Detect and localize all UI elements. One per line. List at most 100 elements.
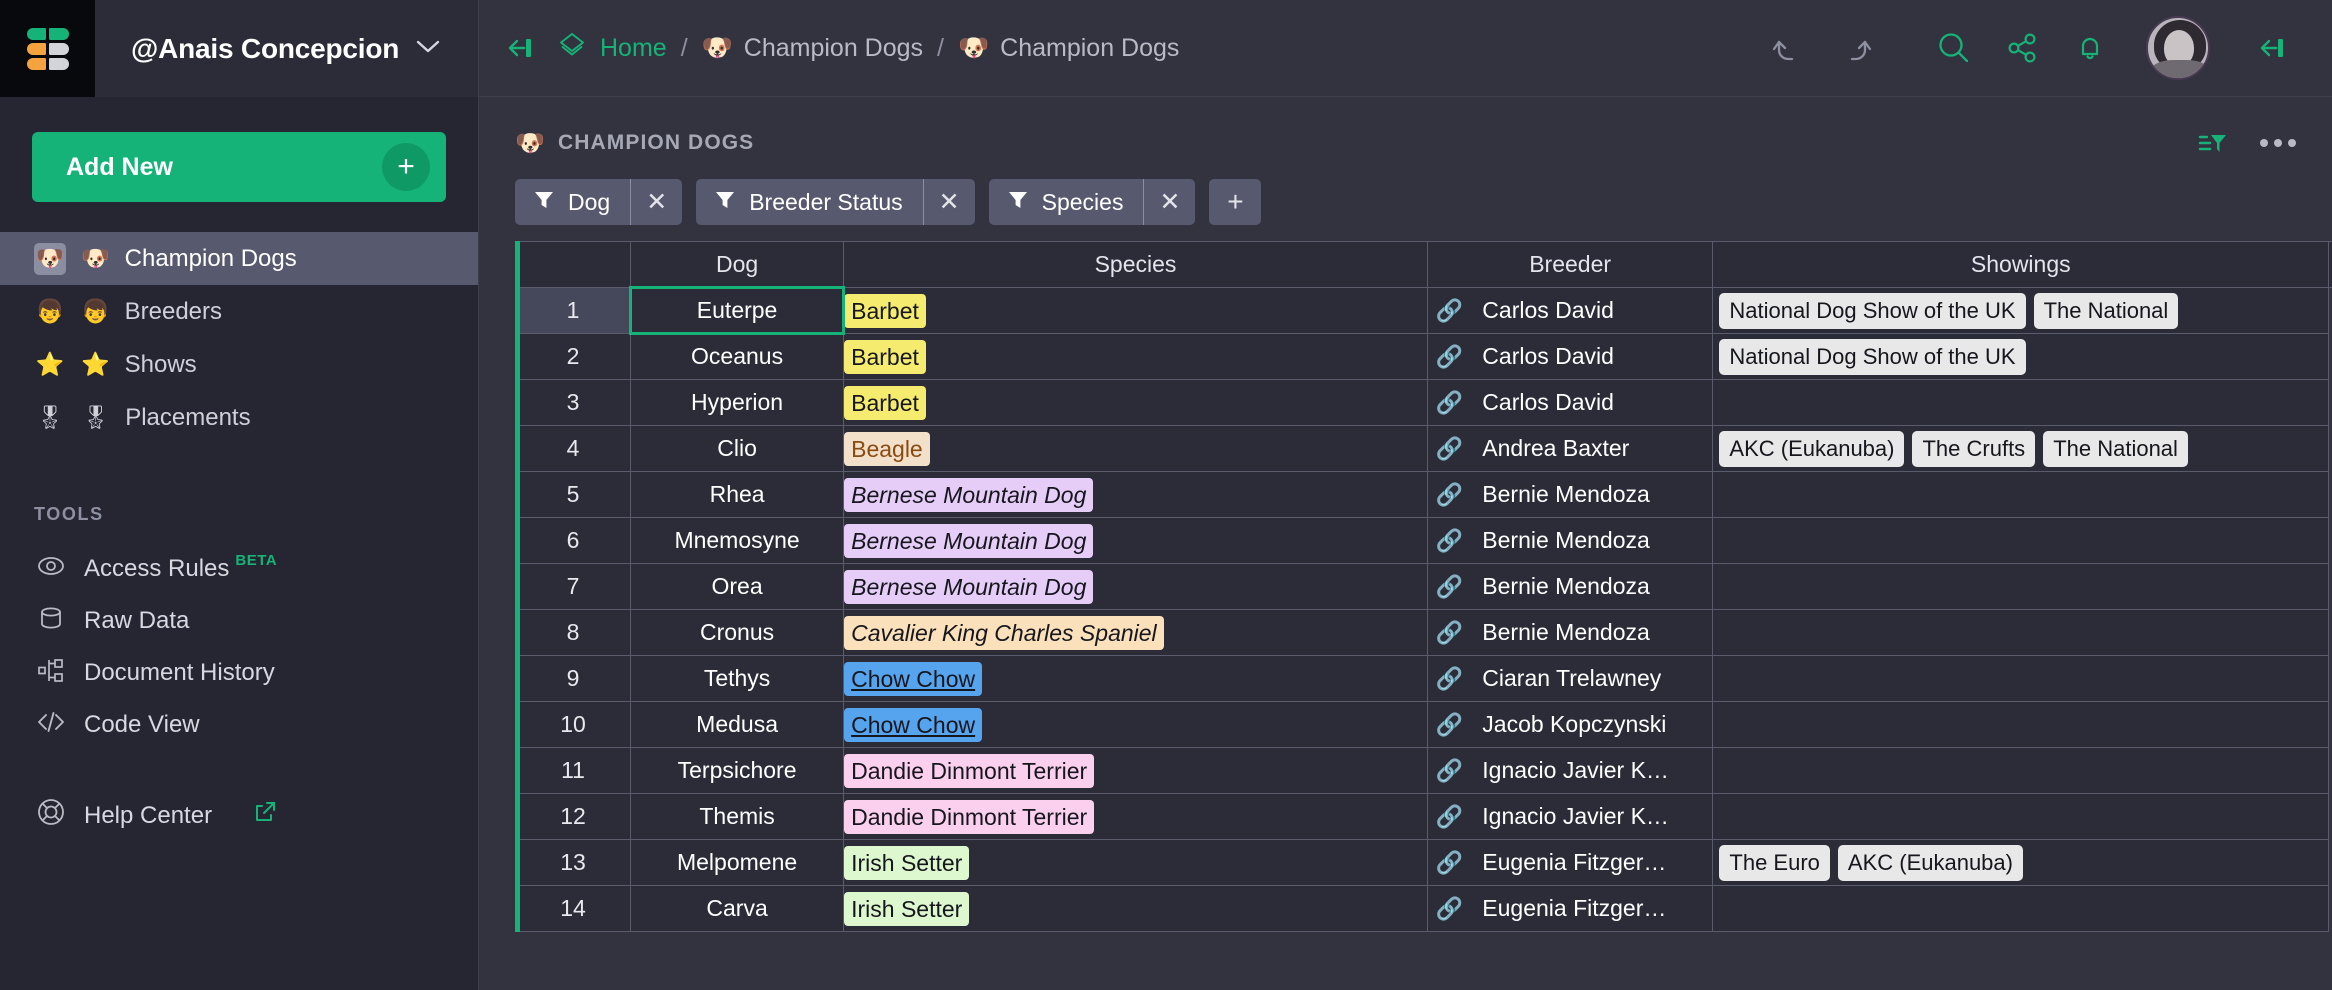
row-number[interactable]: 13 bbox=[516, 840, 631, 886]
add-filter-button[interactable]: + bbox=[1209, 179, 1261, 225]
user-avatar[interactable] bbox=[2146, 16, 2210, 80]
cell-species[interactable]: Chow Chow bbox=[844, 702, 1428, 748]
filter-pill-species[interactable]: Species ✕ bbox=[989, 179, 1196, 225]
cell-dog[interactable]: Melpomene bbox=[631, 840, 844, 886]
row-number[interactable]: 12 bbox=[516, 794, 631, 840]
table-row[interactable]: 3HyperionBarbet🔗Carlos David bbox=[516, 380, 2332, 426]
redo-icon[interactable] bbox=[1822, 14, 1890, 82]
cell-dog[interactable]: Medusa bbox=[631, 702, 844, 748]
filter-pill-main[interactable]: Dog bbox=[515, 179, 630, 225]
cell-species[interactable]: Irish Setter bbox=[844, 886, 1428, 932]
row-number[interactable]: 3 bbox=[516, 380, 631, 426]
cell-breeder[interactable]: 🔗Eugenia Fitzger… bbox=[1427, 886, 1713, 932]
filter-pill-dog[interactable]: Dog ✕ bbox=[515, 179, 682, 225]
cell-species[interactable]: Barbet bbox=[844, 288, 1428, 334]
row-number[interactable]: 2 bbox=[516, 334, 631, 380]
sidebar-item-help-center[interactable]: Help Center bbox=[0, 797, 478, 834]
sidebar-item-access-rules[interactable]: Access Rules BETA bbox=[0, 543, 478, 595]
cell-showings[interactable]: The EuroAKC (Eukanuba) bbox=[1713, 840, 2329, 886]
cell-dog[interactable]: Clio bbox=[631, 426, 844, 472]
cell-breeder[interactable]: 🔗Ignacio Javier K… bbox=[1427, 748, 1713, 794]
cell-showings[interactable] bbox=[1713, 380, 2329, 426]
sidebar-item-placements[interactable]: 🎖 🎖 Placements bbox=[0, 391, 478, 444]
breadcrumb-home[interactable]: Home bbox=[557, 30, 667, 67]
cell-showings[interactable] bbox=[1713, 564, 2329, 610]
close-icon[interactable]: ✕ bbox=[1143, 179, 1195, 225]
cell-species[interactable]: Dandie Dinmont Terrier bbox=[844, 794, 1428, 840]
cell-species[interactable]: Chow Chow bbox=[844, 656, 1428, 702]
filter-pill-breeder-status[interactable]: Breeder Status ✕ bbox=[696, 179, 974, 225]
cell-species[interactable]: Dandie Dinmont Terrier bbox=[844, 748, 1428, 794]
table-row[interactable]: 10MedusaChow Chow🔗Jacob Kopczynski bbox=[516, 702, 2332, 748]
sidebar-item-champion-dogs[interactable]: 🐶 🐶 Champion Dogs bbox=[0, 232, 478, 285]
cell-species[interactable]: Bernese Mountain Dog bbox=[844, 472, 1428, 518]
cell-breeder[interactable]: 🔗Eugenia Fitzger… bbox=[1427, 840, 1713, 886]
cell-dog[interactable]: Mnemosyne bbox=[631, 518, 844, 564]
cell-dog[interactable]: Oceanus bbox=[631, 334, 844, 380]
table-row[interactable]: 6MnemosyneBernese Mountain Dog🔗Bernie Me… bbox=[516, 518, 2332, 564]
table-row[interactable]: 2OceanusBarbet🔗Carlos DavidNational Dog … bbox=[516, 334, 2332, 380]
add-new-button[interactable]: Add New + bbox=[32, 132, 446, 202]
sidebar-item-shows[interactable]: ⭐ ⭐ Shows bbox=[0, 338, 478, 391]
close-icon[interactable]: ✕ bbox=[630, 179, 682, 225]
undo-icon[interactable] bbox=[1754, 14, 1822, 82]
cell-showings[interactable] bbox=[1713, 656, 2329, 702]
cell-breeder[interactable]: 🔗Bernie Mendoza bbox=[1427, 610, 1713, 656]
cell-showings[interactable] bbox=[1713, 472, 2329, 518]
table-row[interactable]: 9TethysChow Chow🔗Ciaran Trelawney bbox=[516, 656, 2332, 702]
table-row[interactable]: 5RheaBernese Mountain Dog🔗Bernie Mendoza bbox=[516, 472, 2332, 518]
breadcrumb-item-page[interactable]: 🐶 Champion Dogs bbox=[958, 34, 1179, 63]
column-header-species[interactable]: Species bbox=[844, 242, 1428, 288]
cell-showings[interactable]: National Dog Show of the UKThe National bbox=[1713, 288, 2329, 334]
panel-collapse-icon[interactable] bbox=[501, 33, 535, 63]
cell-dog[interactable]: Rhea bbox=[631, 472, 844, 518]
cell-breeder[interactable]: 🔗Jacob Kopczynski bbox=[1427, 702, 1713, 748]
cell-breeder[interactable]: 🔗Carlos David bbox=[1427, 288, 1713, 334]
cell-breeder[interactable]: 🔗Bernie Mendoza bbox=[1427, 518, 1713, 564]
table-row[interactable]: 13MelpomeneIrish Setter🔗Eugenia Fitzger…… bbox=[516, 840, 2332, 886]
share-icon[interactable] bbox=[1988, 14, 2056, 82]
column-header-rownum[interactable] bbox=[516, 242, 631, 288]
add-column-button[interactable]: + bbox=[2329, 242, 2332, 288]
sidebar-item-code-view[interactable]: Code View bbox=[0, 699, 478, 751]
column-header-dog[interactable]: Dog bbox=[631, 242, 844, 288]
cell-dog[interactable]: Tethys bbox=[631, 656, 844, 702]
table-row[interactable]: 14CarvaIrish Setter🔗Eugenia Fitzger… bbox=[516, 886, 2332, 932]
close-icon[interactable]: ✕ bbox=[923, 179, 975, 225]
row-number[interactable]: 11 bbox=[516, 748, 631, 794]
cell-breeder[interactable]: 🔗Ignacio Javier K… bbox=[1427, 794, 1713, 840]
cell-showings[interactable] bbox=[1713, 794, 2329, 840]
row-number[interactable]: 4 bbox=[516, 426, 631, 472]
row-number[interactable]: 7 bbox=[516, 564, 631, 610]
row-number[interactable]: 6 bbox=[516, 518, 631, 564]
org-selector[interactable]: @Anais Concepcion bbox=[95, 33, 441, 65]
cell-showings[interactable]: AKC (Eukanuba)The CruftsThe National bbox=[1713, 426, 2329, 472]
row-number[interactable]: 14 bbox=[516, 886, 631, 932]
cell-showings[interactable] bbox=[1713, 610, 2329, 656]
table-row[interactable]: 4ClioBeagle🔗Andrea BaxterAKC (Eukanuba)T… bbox=[516, 426, 2332, 472]
cell-species[interactable]: Bernese Mountain Dog bbox=[844, 564, 1428, 610]
filter-pill-main[interactable]: Species bbox=[989, 179, 1144, 225]
cell-dog[interactable]: Terpsichore bbox=[631, 748, 844, 794]
row-number[interactable]: 1 bbox=[516, 288, 631, 334]
sidebar-item-breeders[interactable]: 👦 👦 Breeders bbox=[0, 285, 478, 338]
cell-breeder[interactable]: 🔗Andrea Baxter bbox=[1427, 426, 1713, 472]
more-options-icon[interactable] bbox=[2260, 139, 2296, 147]
cell-breeder[interactable]: 🔗Bernie Mendoza bbox=[1427, 472, 1713, 518]
cell-species[interactable]: Cavalier King Charles Spaniel bbox=[844, 610, 1428, 656]
cell-dog[interactable]: Cronus bbox=[631, 610, 844, 656]
row-number[interactable]: 9 bbox=[516, 656, 631, 702]
row-number[interactable]: 8 bbox=[516, 610, 631, 656]
cell-dog[interactable]: Hyperion bbox=[631, 380, 844, 426]
cell-species[interactable]: Barbet bbox=[844, 380, 1428, 426]
search-icon[interactable] bbox=[1920, 14, 1988, 82]
cell-dog[interactable]: Carva bbox=[631, 886, 844, 932]
cell-breeder[interactable]: 🔗Carlos David bbox=[1427, 380, 1713, 426]
cell-showings[interactable] bbox=[1713, 886, 2329, 932]
right-panel-collapse-icon[interactable] bbox=[2236, 14, 2304, 82]
row-number[interactable]: 10 bbox=[516, 702, 631, 748]
cell-showings[interactable] bbox=[1713, 748, 2329, 794]
app-logo[interactable] bbox=[0, 0, 95, 97]
table-row[interactable]: 7OreaBernese Mountain Dog🔗Bernie Mendoza bbox=[516, 564, 2332, 610]
cell-showings[interactable] bbox=[1713, 518, 2329, 564]
